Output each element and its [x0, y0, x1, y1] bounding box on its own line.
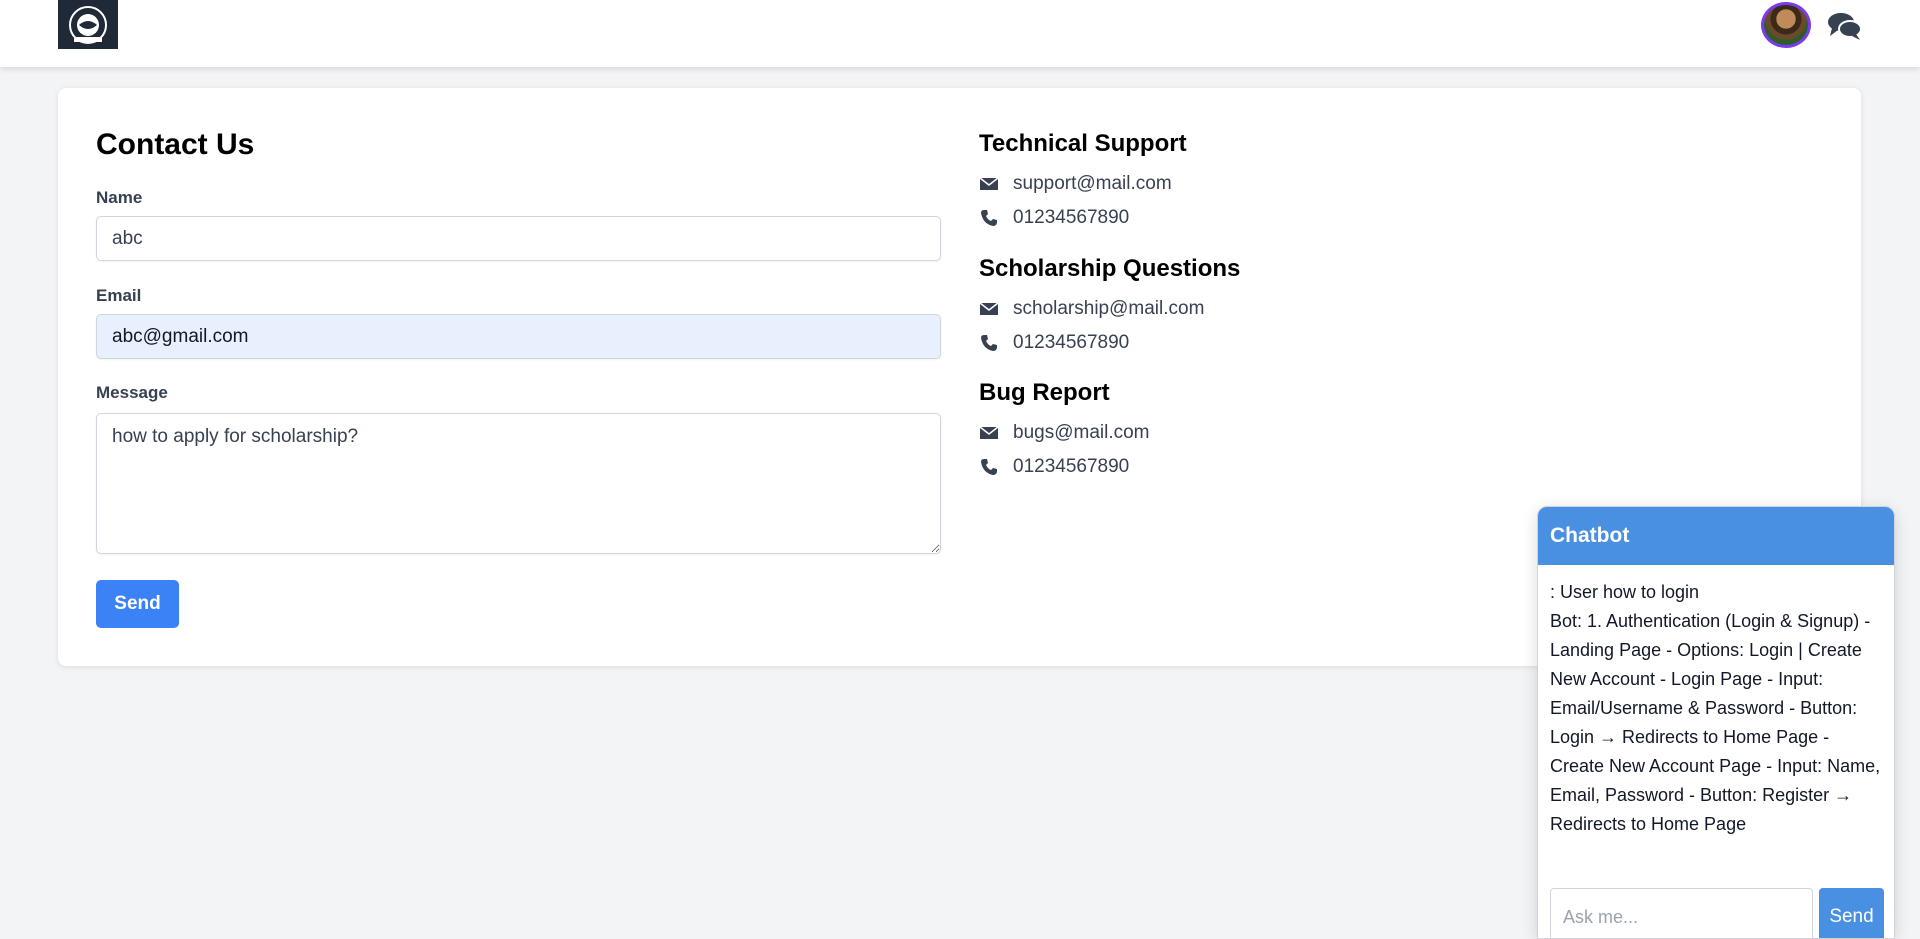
- chatbot-messages: : User how to login Bot: 1. Authenticati…: [1538, 565, 1894, 839]
- logo-emblem-icon: [69, 5, 107, 44]
- email-label: Email: [96, 286, 142, 305]
- bug-report-email[interactable]: bugs@mail.com: [979, 420, 1150, 446]
- technical-support-phone[interactable]: 01234567890: [979, 205, 1129, 231]
- envelope-icon: [979, 299, 999, 319]
- phone-icon: [979, 333, 999, 353]
- phone-text: 01234567890: [1013, 207, 1130, 228]
- email-field[interactable]: [96, 314, 941, 359]
- message-field[interactable]: how to apply for scholarship?: [96, 413, 941, 554]
- name-field[interactable]: [96, 216, 941, 261]
- bug-report-heading: Bug Report: [979, 379, 1110, 406]
- technical-support-email[interactable]: support@mail.com: [979, 171, 1172, 197]
- scholarship-logo[interactable]: [58, 0, 118, 49]
- bot-message: Bot: 1. Authentication (Login & Signup) …: [1550, 611, 1881, 834]
- envelope-icon: [979, 423, 999, 443]
- scholarship-questions-phone[interactable]: 01234567890: [979, 330, 1129, 356]
- chatbot-widget: Chatbot : User how to login Bot: 1. Auth…: [1537, 506, 1895, 939]
- user-avatar[interactable]: [1761, 2, 1811, 48]
- chat-bubbles-icon[interactable]: [1826, 10, 1864, 42]
- email-text: bugs@mail.com: [1013, 422, 1150, 443]
- chatbot-input[interactable]: [1550, 888, 1813, 938]
- scholarship-questions-heading: Scholarship Questions: [979, 255, 1241, 282]
- top-navbar: [0, 0, 1920, 67]
- chatbot-title: Chatbot: [1538, 507, 1894, 565]
- chatbot-send-button[interactable]: Send: [1819, 888, 1884, 938]
- page-title: Contact Us: [96, 128, 255, 161]
- email-text: scholarship@mail.com: [1013, 298, 1205, 319]
- message-label: Message: [96, 383, 168, 402]
- scholarship-questions-email[interactable]: scholarship@mail.com: [979, 296, 1204, 322]
- phone-text: 01234567890: [1013, 456, 1130, 477]
- bug-report-phone[interactable]: 01234567890: [979, 454, 1129, 480]
- send-button[interactable]: Send: [96, 580, 179, 628]
- email-text: support@mail.com: [1013, 173, 1172, 194]
- name-label: Name: [96, 188, 143, 207]
- user-message: : User how to login: [1550, 582, 1700, 602]
- envelope-icon: [979, 174, 999, 194]
- phone-text: 01234567890: [1013, 332, 1130, 353]
- phone-icon: [979, 457, 999, 477]
- technical-support-heading: Technical Support: [979, 130, 1187, 157]
- phone-icon: [979, 208, 999, 228]
